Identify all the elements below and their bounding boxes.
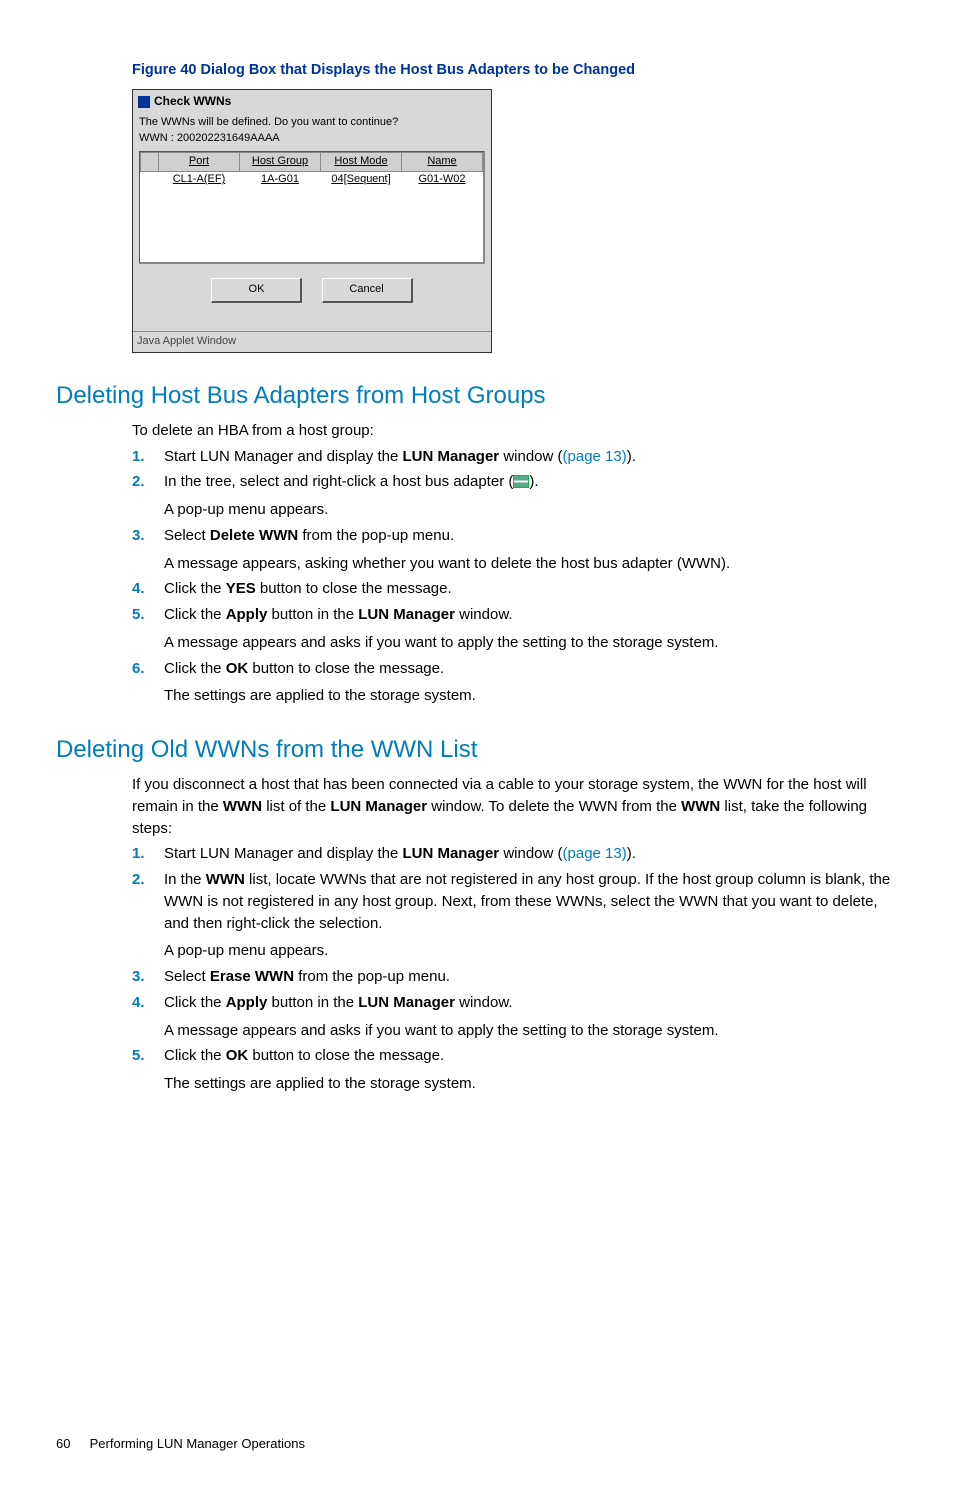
steps-list-a: Start LUN Manager and display the LUN Ma…	[132, 446, 898, 708]
dialog-titlebar: Check WWNs	[133, 90, 491, 113]
page-footer: 60 Performing LUN Manager Operations	[56, 1435, 898, 1454]
col-name[interactable]: Name	[402, 153, 483, 172]
list-item: Start LUN Manager and display the LUN Ma…	[132, 446, 898, 468]
cancel-button[interactable]: Cancel	[322, 278, 413, 303]
footer-title: Performing LUN Manager Operations	[90, 1436, 305, 1451]
section-intro: To delete an HBA from a host group:	[132, 420, 898, 442]
xref-page-13[interactable]: (page 13)	[563, 845, 627, 862]
table-header-row: Port Host Group Host Mode Name	[141, 153, 483, 172]
hba-icon	[513, 475, 529, 488]
list-item: Select Erase WWN from the pop-up menu.	[132, 966, 898, 988]
col-port[interactable]: Port	[159, 153, 240, 172]
list-item: Click the Apply button in the LUN Manage…	[132, 992, 898, 1042]
dialog-table: Port Host Group Host Mode Name CL1-A(EF)…	[139, 151, 485, 264]
list-item: Click the OK button to close the message…	[132, 1045, 898, 1095]
window-icon	[138, 96, 150, 108]
dialog-message-1: The WWNs will be defined. Do you want to…	[139, 115, 485, 131]
list-item: In the WWN list, locate WWNs that are no…	[132, 869, 898, 962]
list-item: In the tree, select and right-click a ho…	[132, 471, 898, 521]
ok-button[interactable]: OK	[211, 278, 302, 303]
steps-list-b: Start LUN Manager and display the LUN Ma…	[132, 843, 898, 1095]
section-intro: If you disconnect a host that has been c…	[132, 774, 898, 839]
list-item: Click the Apply button in the LUN Manage…	[132, 604, 898, 654]
col-host-group[interactable]: Host Group	[240, 153, 321, 172]
section-heading-delete-old-wwns: Deleting Old WWNs from the WWN List	[56, 733, 898, 768]
cell-port: CL1-A(EF)	[159, 172, 240, 188]
xref-page-13[interactable]: (page 13)	[563, 448, 627, 465]
dialog-check-wwns: Check WWNs The WWNs will be defined. Do …	[132, 89, 492, 353]
list-item: Click the OK button to close the message…	[132, 658, 898, 708]
list-item: Start LUN Manager and display the LUN Ma…	[132, 843, 898, 865]
list-item: Select Delete WWN from the pop-up menu. …	[132, 525, 898, 575]
cell-host-group: 1A-G01	[240, 172, 321, 188]
dialog-message-2: WWN : 200202231649AAAA	[139, 131, 485, 147]
col-host-mode[interactable]: Host Mode	[321, 153, 402, 172]
cell-name: G01-W02	[402, 172, 483, 188]
list-item: Click the YES button to close the messag…	[132, 578, 898, 600]
page-number: 60	[56, 1435, 86, 1454]
cell-host-mode: 04[Sequent]	[321, 172, 402, 188]
dialog-title: Check WWNs	[154, 93, 231, 110]
figure-caption: Figure 40 Dialog Box that Displays the H…	[132, 60, 898, 81]
table-row[interactable]: CL1-A(EF) 1A-G01 04[Sequent] G01-W02	[141, 172, 483, 188]
section-heading-delete-hba: Deleting Host Bus Adapters from Host Gro…	[56, 379, 898, 414]
dialog-statusbar: Java Applet Window	[133, 331, 491, 352]
